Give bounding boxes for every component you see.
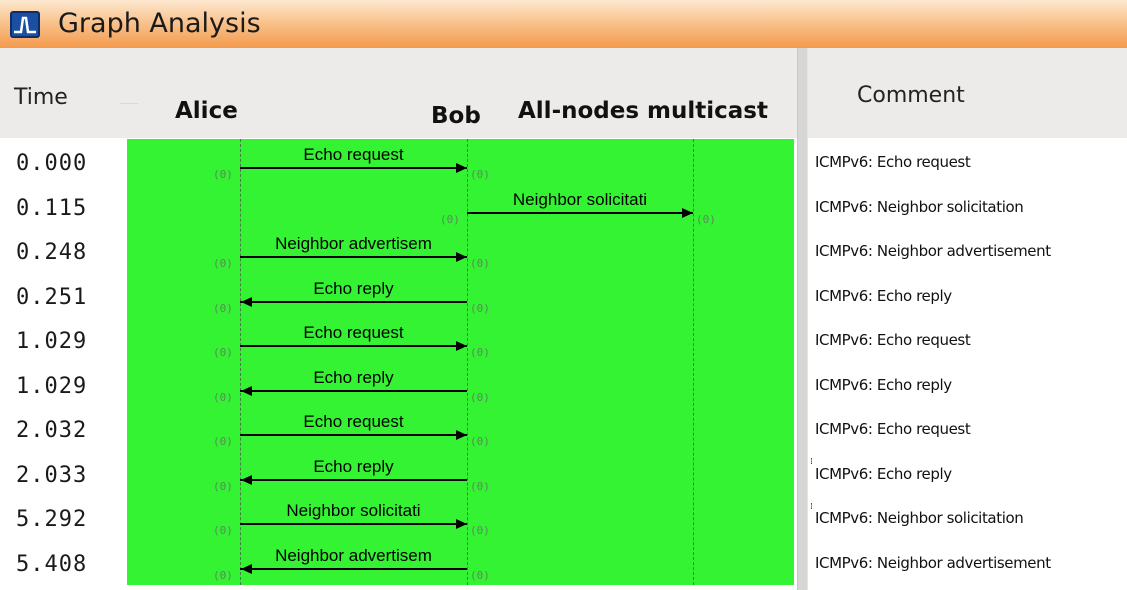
time-cell[interactable]: 2.033 xyxy=(16,463,116,488)
message-label[interactable]: Neighbor solicitati xyxy=(467,190,693,210)
time-cell[interactable]: 0.251 xyxy=(16,285,116,310)
time-cell[interactable]: 0.115 xyxy=(16,196,116,221)
title-bar: Graph Analysis xyxy=(0,0,1127,48)
destination-port-label: (0) xyxy=(213,479,233,493)
destination-port-label: (0) xyxy=(470,346,490,359)
source-port-label: (0) xyxy=(440,212,460,226)
message-label[interactable]: Echo reply xyxy=(240,279,467,299)
destination-port-label: (0) xyxy=(470,524,490,537)
comment-cell[interactable]: ICMPv6: Echo request xyxy=(815,331,971,349)
row-marker: ⁞ xyxy=(810,457,813,467)
message-arrow[interactable] xyxy=(240,389,467,392)
comment-cell[interactable]: ICMPv6: Echo request xyxy=(815,153,971,171)
time-column-header[interactable]: Time xyxy=(14,85,68,110)
graph-analysis-icon xyxy=(10,11,40,38)
message-arrow[interactable] xyxy=(240,256,467,258)
message-arrow[interactable] xyxy=(240,523,467,525)
message-label[interactable]: Echo reply xyxy=(240,368,467,388)
time-cell[interactable]: 5.408 xyxy=(16,552,116,577)
source-port-label: (0) xyxy=(213,435,233,448)
source-port-label: (0) xyxy=(213,346,233,359)
destination-port-label: (0) xyxy=(470,435,490,448)
source-port-label: (0) xyxy=(470,568,490,582)
destination-port-label: (0) xyxy=(696,212,716,226)
time-cell[interactable]: 1.029 xyxy=(16,329,116,354)
source-port-label: (0) xyxy=(470,390,490,404)
destination-port-label: (0) xyxy=(213,568,233,582)
message-arrow[interactable] xyxy=(240,567,467,570)
time-cell[interactable]: 2.032 xyxy=(16,418,116,443)
message-label[interactable]: Neighbor solicitati xyxy=(240,501,467,521)
destination-port-label: (0) xyxy=(213,390,233,404)
destination-port-label: (0) xyxy=(470,168,490,181)
comment-column-header[interactable]: Comment xyxy=(857,83,965,108)
node-label-bob: Bob xyxy=(431,103,481,129)
comment-cell[interactable]: ICMPv6: Neighbor solicitation xyxy=(815,509,1024,527)
comment-cell[interactable]: ICMPv6: Echo reply xyxy=(815,465,952,483)
time-cell[interactable]: 0.000 xyxy=(16,151,116,176)
source-port-label: (0) xyxy=(470,301,490,315)
message-arrow[interactable] xyxy=(240,478,467,481)
message-arrow[interactable] xyxy=(240,434,467,436)
lifeline-all-nodes-multicast xyxy=(693,139,694,585)
comment-cell[interactable]: ICMPv6: Neighbor solicitation xyxy=(815,198,1024,216)
time-cell[interactable]: 0.248 xyxy=(16,240,116,265)
message-label[interactable]: Echo request xyxy=(240,323,467,343)
destination-port-label: (0) xyxy=(470,257,490,270)
flow-diagram[interactable]: Echo request (0) (0) Neighbor solicitati (0)… xyxy=(127,139,794,585)
header-separator xyxy=(120,103,138,104)
destination-port-label: (0) xyxy=(213,301,233,315)
message-label[interactable]: Echo request xyxy=(240,412,467,432)
row-marker: ⁞ xyxy=(810,502,813,512)
message-label[interactable]: Echo reply xyxy=(240,457,467,477)
message-arrow[interactable] xyxy=(240,300,467,303)
message-label[interactable]: Neighbor advertisem xyxy=(240,234,467,254)
comment-cell[interactable]: ICMPv6: Echo reply xyxy=(815,376,952,394)
message-arrow[interactable] xyxy=(240,345,467,347)
message-label[interactable]: Echo request xyxy=(240,145,467,165)
pane-splitter[interactable] xyxy=(797,48,808,590)
time-cell[interactable]: 5.292 xyxy=(16,507,116,532)
message-arrow[interactable] xyxy=(467,211,693,214)
source-port-label: (0) xyxy=(213,524,233,537)
source-port-label: (0) xyxy=(213,168,233,181)
source-port-label: (0) xyxy=(470,479,490,493)
message-arrow[interactable] xyxy=(240,167,467,169)
comment-cell[interactable]: ICMPv6: Echo request xyxy=(815,420,971,438)
node-label-all-nodes-multicast: All-nodes multicast xyxy=(518,98,768,124)
window-title: Graph Analysis xyxy=(58,8,261,39)
source-port-label: (0) xyxy=(213,257,233,270)
comment-cell[interactable]: ICMPv6: Echo reply xyxy=(815,287,952,305)
node-label-alice: Alice xyxy=(175,98,238,124)
comment-cell[interactable]: ICMPv6: Neighbor advertisement xyxy=(815,242,1051,260)
time-cell[interactable]: 1.029 xyxy=(16,374,116,399)
comment-cell[interactable]: ICMPv6: Neighbor advertisement xyxy=(815,554,1051,572)
message-label[interactable]: Neighbor advertisem xyxy=(240,546,467,566)
